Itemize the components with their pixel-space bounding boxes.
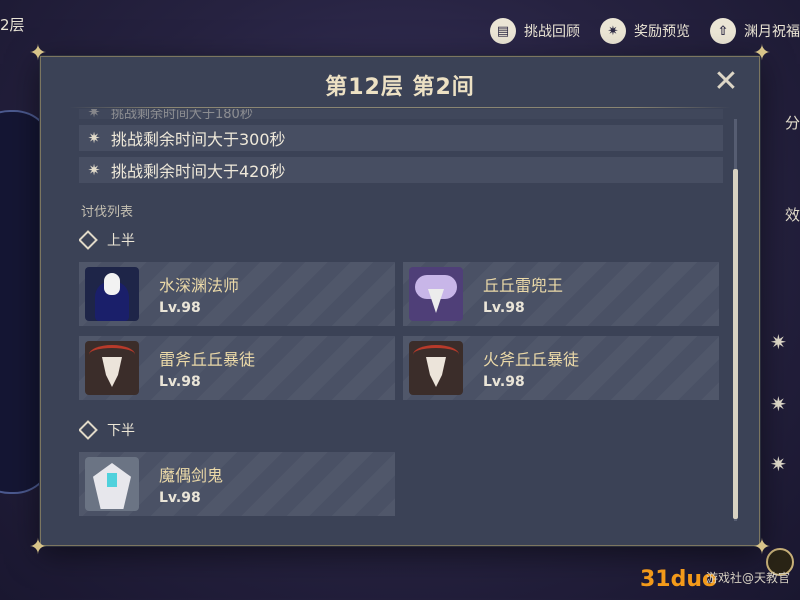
maguu-kenki-avatar <box>85 457 139 511</box>
background-star-icon: ✷ <box>770 330 787 354</box>
enemy-card[interactable]: 丘丘雷兜王 Lv.98 <box>403 262 719 326</box>
first-half-label: 上半 <box>79 230 723 250</box>
blessing-label: 渊月祝福 <box>744 24 800 40</box>
condition-text: 挑战剩余时间大于420秒 <box>111 162 286 181</box>
enemy-card[interactable]: 水深渊法师 Lv.98 <box>79 262 395 326</box>
close-icon[interactable]: ✕ <box>711 67 741 97</box>
second-half-label: 下半 <box>79 420 723 440</box>
challenge-review-button[interactable]: ▤ 挑战回顾 <box>490 18 580 44</box>
mitachurl-avatar <box>85 341 139 395</box>
chamber-detail-modal: ✦ ✦ ✦ ✦ 第12层 第2间 ✕ ✷ 挑战剩余时间大于180秒 ✷ 挑战剩余… <box>29 43 771 559</box>
scrollbar-thumb[interactable] <box>733 169 738 519</box>
title-divider <box>69 107 731 108</box>
condition-row: ✷ 挑战剩余时间大于420秒 <box>79 157 723 183</box>
book-icon: ▤ <box>490 18 516 44</box>
diamond-icon <box>79 230 98 250</box>
first-half-enemy-grid: 水深渊法师 Lv.98 丘丘雷兜王 Lv.98 雷斧丘丘暴徒 Lv.98 火斧丘… <box>79 262 723 400</box>
abyss-mage-avatar <box>85 267 139 321</box>
mitachurl-avatar <box>409 341 463 395</box>
reward-preview-button[interactable]: ✷ 奖励预览 <box>600 18 690 44</box>
corner-ornament-icon: ✦ <box>752 535 772 560</box>
enemy-card[interactable]: 雷斧丘丘暴徒 Lv.98 <box>79 336 395 400</box>
condition-row: ✷ 挑战剩余时间大于300秒 <box>79 125 723 151</box>
enemy-level: Lv.98 <box>159 374 201 390</box>
background-right-text-1: 分 <box>784 114 800 132</box>
half-label-text: 上半 <box>107 233 135 249</box>
background-star-icon: ✷ <box>770 392 787 416</box>
enemy-name: 雷斧丘丘暴徒 <box>159 350 256 369</box>
star-badge-icon: ✷ <box>600 18 626 44</box>
floor-label: 2层 <box>0 16 25 34</box>
half-label-text: 下半 <box>107 423 135 439</box>
enemy-name: 丘丘雷兜王 <box>483 276 564 295</box>
enemy-card[interactable]: 火斧丘丘暴徒 Lv.98 <box>403 336 719 400</box>
modal-content[interactable]: ✷ 挑战剩余时间大于180秒 ✷ 挑战剩余时间大于300秒 ✷ 挑战剩余时间大于… <box>79 109 723 529</box>
star-icon: ✷ <box>87 161 101 179</box>
condition-text: 挑战剩余时间大于180秒 <box>111 109 253 119</box>
condition-text: 挑战剩余时间大于300秒 <box>111 130 286 149</box>
enemy-list-heading: 讨伐列表 <box>81 205 134 220</box>
enemy-level: Lv.98 <box>159 490 201 506</box>
enemy-level: Lv.98 <box>159 300 201 316</box>
watermark-caption: 游戏社@天教官 <box>706 571 791 585</box>
star-icon: ✷ <box>87 109 101 119</box>
enemy-card[interactable]: 魔偶剑鬼 Lv.98 <box>79 452 395 516</box>
corner-ornament-icon: ✦ <box>752 41 772 66</box>
condition-row-partial: ✷ 挑战剩余时间大于180秒 <box>79 109 723 119</box>
star-icon: ✷ <box>87 129 101 147</box>
modal-title: 第12层 第2间 <box>325 75 475 100</box>
corner-ornament-icon: ✦ <box>28 41 48 66</box>
corner-ornament-icon: ✦ <box>28 535 48 560</box>
enemy-level: Lv.98 <box>483 300 525 316</box>
background-right-text-2: 效 <box>784 206 800 224</box>
enemy-level: Lv.98 <box>483 374 525 390</box>
moon-blessing-icon: ⇧ <box>710 18 736 44</box>
enemy-name: 水深渊法师 <box>159 276 240 295</box>
reward-preview-label: 奖励预览 <box>634 24 690 40</box>
lawachurl-avatar <box>409 267 463 321</box>
diamond-icon <box>79 420 98 440</box>
background-star-icon: ✷ <box>770 452 787 476</box>
challenge-review-label: 挑战回顾 <box>524 24 580 40</box>
second-half-enemy-grid: 魔偶剑鬼 Lv.98 <box>79 452 723 516</box>
enemy-name: 火斧丘丘暴徒 <box>483 350 580 369</box>
enemy-name: 魔偶剑鬼 <box>159 466 224 485</box>
